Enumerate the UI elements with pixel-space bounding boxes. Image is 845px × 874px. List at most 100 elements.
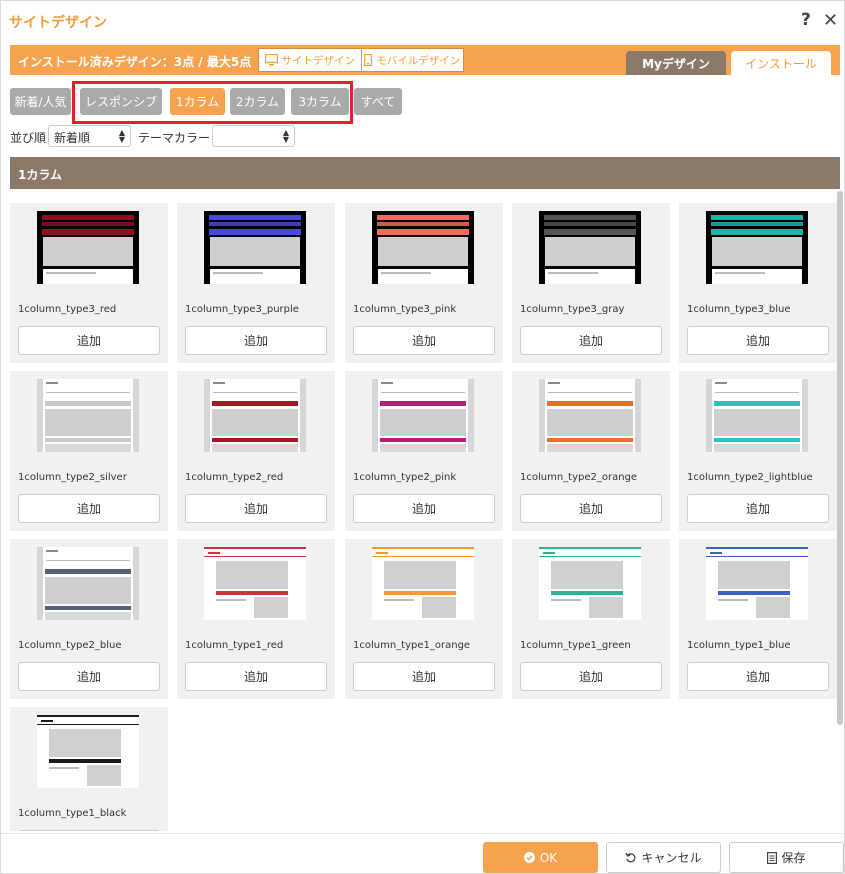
site-design-label: サイトデザイン: [281, 54, 356, 67]
design-thumbnail-icon: [37, 547, 139, 620]
design-thumbnail-icon: [37, 211, 139, 284]
design-card: 1column_type3_pink 追加: [345, 203, 503, 363]
ok-label: OK: [539, 850, 558, 865]
save-label: 保存: [781, 851, 806, 865]
design-card: 1column_type3_blue 追加: [679, 203, 837, 363]
monitor-icon: [264, 54, 278, 66]
design-name: 1column_type1_green: [520, 640, 631, 651]
design-thumbnail[interactable]: [372, 379, 474, 452]
design-thumbnail[interactable]: [706, 547, 808, 620]
design-thumbnail-icon: [706, 379, 808, 452]
design-card: 1column_type2_silver 追加: [10, 371, 168, 531]
design-name: 1column_type1_red: [185, 640, 284, 651]
filter-button[interactable]: すべて: [354, 88, 402, 115]
add-button[interactable]: 追加: [520, 326, 662, 355]
installed-count: インストール済みデザイン：3点 / 最大5点: [18, 55, 252, 69]
design-thumbnail[interactable]: [37, 379, 139, 452]
save-button[interactable]: 保存: [729, 842, 844, 873]
site-design-toggle[interactable]: サイトデザイン: [259, 49, 361, 71]
scrollbar[interactable]: [837, 191, 843, 725]
design-card: 1column_type3_gray 追加: [512, 203, 670, 363]
close-icon[interactable]: ✕: [823, 10, 838, 31]
design-thumbnail-icon: [372, 379, 474, 452]
add-button[interactable]: 追加: [185, 494, 327, 523]
design-thumbnail[interactable]: [539, 547, 641, 620]
add-button[interactable]: 追加: [353, 326, 495, 355]
design-name: 1column_type2_blue: [18, 640, 122, 651]
add-button[interactable]: 追加: [18, 662, 160, 691]
design-card: 1column_type1_red 追加: [177, 539, 335, 699]
add-button[interactable]: 追加: [687, 326, 829, 355]
design-name: 1column_type3_pink: [353, 304, 457, 315]
design-name: 1column_type1_orange: [353, 640, 471, 651]
design-card: 1column_type1_blue 追加: [679, 539, 837, 699]
cancel-button[interactable]: キャンセル: [606, 842, 721, 873]
design-thumbnail[interactable]: [372, 211, 474, 284]
design-name: 1column_type2_silver: [18, 472, 127, 483]
ok-button[interactable]: OK: [483, 842, 598, 873]
design-name: 1column_type3_red: [18, 304, 117, 315]
theme-color-label: テーマカラー: [138, 131, 211, 145]
design-thumbnail-icon: [539, 547, 641, 620]
design-thumbnail-icon: [37, 715, 139, 788]
design-name: 1column_type1_blue: [687, 640, 791, 651]
design-thumbnail-icon: [706, 547, 808, 620]
design-card: 1column_type3_red 追加: [10, 203, 168, 363]
dialog-footer: OK キャンセル 保存: [1, 833, 844, 873]
site-design-dialog: サイトデザイン ? ✕ インストール済みデザイン：3点 / 最大5点 サイトデザ…: [0, 0, 845, 874]
add-button[interactable]: 追加: [18, 326, 160, 355]
design-thumbnail[interactable]: [37, 211, 139, 284]
design-thumbnail-icon: [204, 379, 306, 452]
add-button[interactable]: 追加: [18, 830, 160, 831]
design-thumbnail-icon: [539, 211, 641, 284]
design-card: 1column_type2_orange 追加: [512, 371, 670, 531]
add-button[interactable]: 追加: [520, 662, 662, 691]
dialog-title: サイトデザイン: [9, 15, 107, 31]
top-bar: インストール済みデザイン：3点 / 最大5点 サイトデザイン モバイルデザイン …: [10, 45, 840, 75]
mobile-design-label: モバイルデザイン: [376, 54, 461, 67]
design-thumbnail[interactable]: [539, 379, 641, 452]
dialog-titlebar: サイトデザイン ? ✕: [1, 1, 844, 43]
filter-button[interactable]: 新着/人気: [10, 88, 71, 115]
sort-value: 新着順: [54, 131, 91, 145]
add-button[interactable]: 追加: [18, 494, 160, 523]
design-card: 1column_type1_green 追加: [512, 539, 670, 699]
design-thumbnail[interactable]: [706, 379, 808, 452]
device-toggle: サイトデザイン モバイルデザイン: [258, 48, 464, 72]
cancel-label: キャンセル: [641, 851, 702, 865]
add-button[interactable]: 追加: [185, 326, 327, 355]
add-button[interactable]: 追加: [687, 494, 829, 523]
design-thumbnail[interactable]: [706, 211, 808, 284]
design-card: 1column_type2_pink 追加: [345, 371, 503, 531]
tab-my-design[interactable]: Myデザイン: [626, 51, 726, 75]
design-card: 1column_type1_black 追加: [10, 707, 168, 831]
add-button[interactable]: 追加: [185, 662, 327, 691]
add-button[interactable]: 追加: [353, 662, 495, 691]
highlight-box: [72, 81, 353, 124]
design-thumbnail-icon: [37, 379, 139, 452]
add-button[interactable]: 追加: [520, 494, 662, 523]
sort-label: 並び順: [10, 131, 47, 145]
design-thumbnail[interactable]: [539, 211, 641, 284]
design-thumbnail-icon: [706, 211, 808, 284]
design-name: 1column_type3_purple: [185, 304, 299, 315]
add-button[interactable]: 追加: [353, 494, 495, 523]
mobile-design-toggle[interactable]: モバイルデザイン: [360, 49, 464, 71]
design-name: 1column_type2_orange: [520, 472, 638, 483]
design-name: 1column_type1_black: [18, 808, 127, 819]
design-thumbnail[interactable]: [37, 547, 139, 620]
design-name: 1column_type2_pink: [353, 472, 457, 483]
design-name: 1column_type2_lightblue: [687, 472, 813, 483]
theme-color-select[interactable]: ▲ ▼: [212, 125, 295, 147]
design-thumbnail[interactable]: [204, 211, 306, 284]
design-thumbnail[interactable]: [372, 547, 474, 620]
updown-arrows-icon: ▲ ▼: [118, 128, 125, 144]
design-thumbnail[interactable]: [37, 715, 139, 788]
design-thumbnail-icon: [204, 547, 306, 620]
question-mark-icon[interactable]: ?: [801, 10, 811, 30]
design-thumbnail[interactable]: [204, 547, 306, 620]
add-button[interactable]: 追加: [687, 662, 829, 691]
tab-install[interactable]: インストール: [731, 51, 831, 75]
sort-select[interactable]: 新着順 ▲ ▼: [48, 125, 131, 147]
design-thumbnail[interactable]: [204, 379, 306, 452]
